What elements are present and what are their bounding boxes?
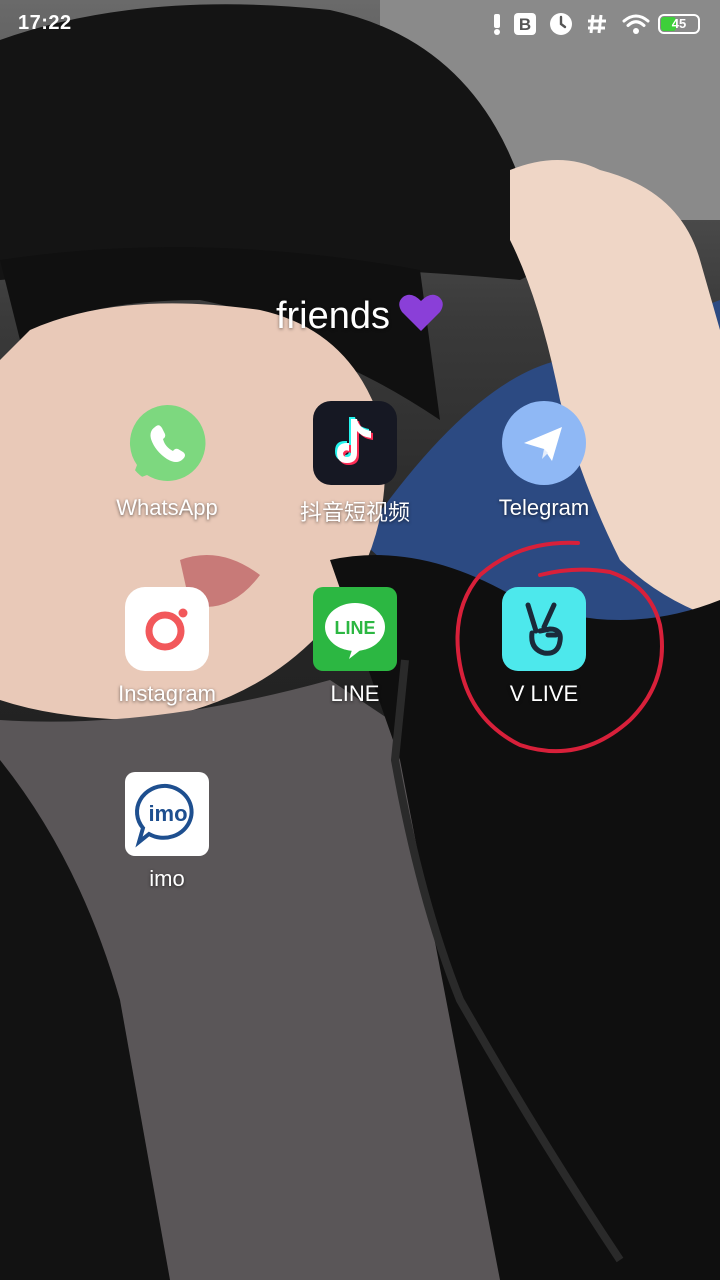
- red-circle-annotation: [455, 540, 664, 754]
